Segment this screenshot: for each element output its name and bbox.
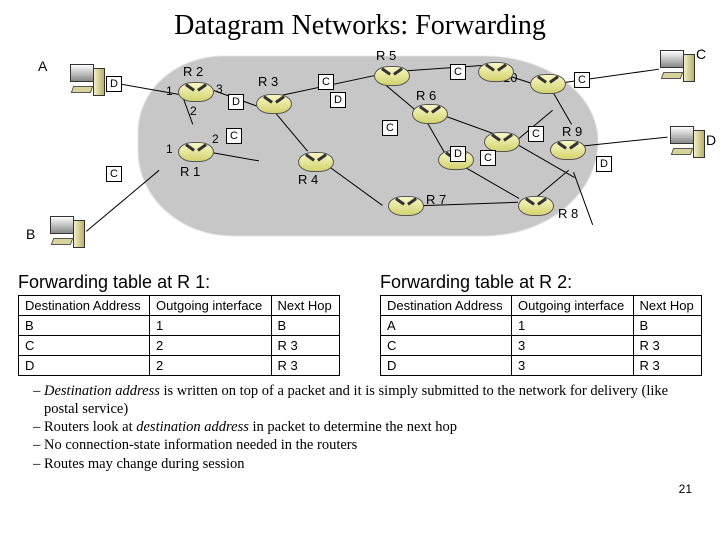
t1-h-next: Next Hop [271,296,339,316]
bullet-list: Destination address is written on top of… [18,382,702,473]
table-r1-title: Forwarding table at R 1: [18,272,340,293]
packet-c-r9: C [480,150,496,166]
forwarding-tables: Forwarding table at R 1: Destination Add… [18,270,702,376]
router-r1 [178,142,214,162]
t2-h-dest: Destination Address [381,296,512,316]
network-diagram: A B C D R 2 R 1 R 3 R 4 R 5 R 6 R 7 R [18,46,702,266]
host-d-label: D [706,132,716,148]
host-c [658,50,696,84]
port-r2-3: 3 [216,82,223,96]
router-r2 [178,82,214,102]
router-r4-label: R 4 [298,172,318,187]
router-r10 [530,74,566,94]
t1-h-dest: Destination Address [19,296,150,316]
table-r2-title: Forwarding table at R 2: [380,272,702,293]
port-r1-1: 1 [166,142,173,156]
router-extra-3 [478,62,514,82]
table-r1-wrap: Forwarding table at R 1: Destination Add… [18,270,340,376]
router-r3-label: R 3 [258,74,278,89]
packet-c-r3r5: C [318,74,334,90]
bullet-1-em: Destination address [44,383,160,399]
port-r2-2: 2 [190,104,197,118]
bullet-2: Routers look at destination address in p… [44,418,702,436]
router-r8-label: R 8 [558,206,578,221]
router-r7 [388,196,424,216]
table-r2: Destination Address Outgoing interface N… [380,295,702,376]
packet-d-r9host: D [596,156,612,172]
packet-d-r6: D [450,146,466,162]
router-r2-label: R 2 [183,64,203,79]
host-c-label: C [696,46,706,62]
bullet-3: No connection-state information needed i… [44,436,702,454]
host-b [48,216,86,250]
router-r3 [256,94,292,114]
packet-d-r3r5: D [330,92,346,108]
t2-h-iface: Outgoing interface [512,296,633,316]
packet-c-r5r6: C [382,120,398,136]
table-row: C 3 R 3 [381,336,702,356]
packet-c-r10host: C [574,72,590,88]
bullet-2-em: destination address [136,419,249,435]
router-r6-label: R 6 [416,88,436,103]
table-row: A 1 B [381,316,702,336]
host-a-label: A [38,58,47,74]
page-number: 21 [679,482,692,496]
table-r1: Destination Address Outgoing interface N… [18,295,340,376]
table-row: B 1 B [19,316,340,336]
host-a [68,64,106,98]
table-row: D 2 R 3 [19,356,340,376]
slide-title: Datagram Networks: Forwarding [18,10,702,42]
packet-c-r5r10: C [450,64,466,80]
packet-d-r2r3: D [228,94,244,110]
router-r8 [518,196,554,216]
port-r1-2: 2 [212,132,219,146]
router-r6 [412,104,448,124]
bullet-2-a: Routers look at [44,419,136,435]
bullet-2-c: in packet to determine the next hop [249,419,457,435]
host-b-label: B [26,226,35,242]
router-r1-label: R 1 [180,164,200,179]
packet-d-a: D [106,76,122,92]
router-r7-label: R 7 [426,192,446,207]
bullet-4: Routes may change during session [44,455,702,473]
packet-c-r1r3: C [226,128,242,144]
packet-c-b: C [106,166,122,182]
port-r2-1: 1 [166,84,173,98]
t1-h-iface: Outgoing interface [150,296,271,316]
t2-h-next: Next Hop [633,296,701,316]
packet-c-t2: C [528,126,544,142]
table-r2-wrap: Forwarding table at R 2: Destination Add… [380,270,702,376]
router-r5-label: R 5 [376,48,396,63]
table-row: C 2 R 3 [19,336,340,356]
router-r5 [374,66,410,86]
router-r9 [550,140,586,160]
bullet-1: Destination address is written on top of… [44,382,702,418]
router-extra-2 [484,132,520,152]
router-r4 [298,152,334,172]
host-d [668,126,706,160]
table-row: D 3 R 3 [381,356,702,376]
router-r9-label: R 9 [562,124,582,139]
